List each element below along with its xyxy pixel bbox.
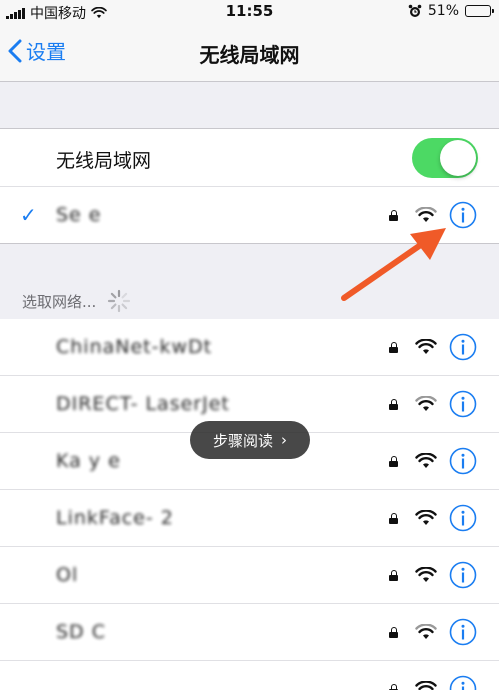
info-icon[interactable] [449,390,477,418]
network-name: DIRECT- LaserJet [56,393,230,415]
network-name: Ka y e [56,450,121,472]
lock-icon [389,456,398,467]
wifi-signal-icon [415,681,437,690]
section-spacer [0,83,499,128]
network-row[interactable]: LinkFace- 2 [0,490,499,547]
loading-spinner-icon [108,289,131,313]
wifi-signal-icon [415,624,437,639]
status-bar: 中国移动 11:55 51% [0,0,499,22]
lock-icon [389,513,398,524]
battery-percent: 51% [427,3,459,19]
lock-icon [389,342,398,353]
network-name: SD C [56,621,106,643]
lock-icon [389,570,398,581]
step-reading-toast[interactable]: 步骤阅读 › [190,421,310,459]
wifi-signal-icon [415,510,437,525]
choose-network-header: 选取网络... [22,288,132,314]
info-icon[interactable] [449,447,477,475]
network-row[interactable]: SD C [0,604,499,661]
alarm-clock-icon [408,4,422,17]
toast-label: 步骤阅读 [212,431,273,450]
checkmark-icon: ✓ [20,203,37,227]
info-icon[interactable] [449,333,477,361]
info-icon[interactable] [449,504,477,532]
page-title: 无线局域网 [199,43,300,67]
status-right: 51% [408,3,494,19]
navigation-bar: 设置 无线局域网 [0,22,499,82]
network-name: LinkFace- 2 [56,507,174,529]
info-icon[interactable] [449,201,477,229]
chevron-right-icon: › [281,431,287,449]
switch-knob [440,140,476,176]
network-name: Ol [56,564,79,586]
lock-icon [389,684,398,690]
wifi-signal-icon [415,396,437,411]
lock-icon [389,399,398,410]
battery-icon [465,5,494,17]
choose-network-label: 选取网络... [22,292,97,311]
connected-network-name: Se e [56,204,102,226]
network-name: ChinaNet-kwDt [56,336,213,358]
info-icon[interactable] [449,561,477,589]
info-icon[interactable] [449,675,477,690]
wifi-signal-icon [415,567,437,582]
annotation-arrow-icon [341,228,446,301]
wifi-toggle-switch[interactable] [412,138,478,178]
wifi-signal-icon [415,453,437,468]
info-icon[interactable] [449,618,477,646]
network-row[interactable] [0,661,499,690]
lock-icon [389,627,398,638]
network-row[interactable]: ChinaNet-kwDt [0,319,499,376]
wifi-toggle-row: 无线局域网 [0,128,499,186]
network-list: ChinaNet-kwDt DIRECT- LaserJet Ka y e Li… [0,319,499,690]
wifi-signal-icon [415,339,437,354]
wifi-toggle-label: 无线局域网 [56,150,152,172]
network-row[interactable]: Ol [0,547,499,604]
